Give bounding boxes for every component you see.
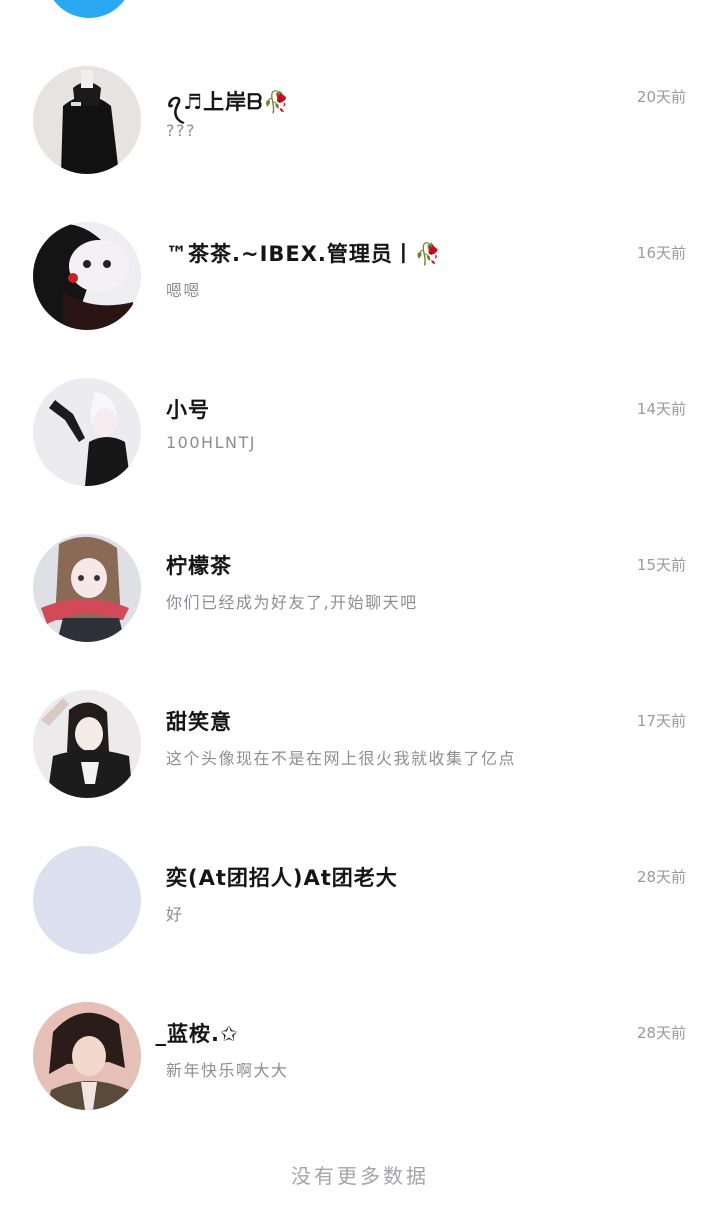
- avatar[interactable]: [33, 690, 141, 798]
- message-time: 14天前: [636, 400, 686, 418]
- message-time: 28天前: [636, 868, 686, 886]
- contact-name: 甜笑意: [166, 710, 232, 734]
- contact-name: ̲蓝桉.✩: [166, 1022, 239, 1046]
- avatar[interactable]: [33, 222, 141, 330]
- last-message: 100HLNTJ: [166, 433, 256, 452]
- contact-name: 柠檬茶: [166, 554, 232, 578]
- last-message: 嗯嗯: [166, 281, 202, 300]
- contact-name: ™茶茶.~IBEX.管理员丨🥀: [166, 242, 443, 266]
- last-message: 这个头像现在不是在网上很火我就收集了亿点: [166, 749, 517, 768]
- contact-name: 小号: [166, 398, 210, 422]
- avatar[interactable]: [33, 66, 141, 174]
- last-message: 好: [166, 905, 184, 924]
- chat-item[interactable]: ™茶茶.~IBEX.管理员丨🥀 嗯嗯 16天前: [0, 222, 720, 378]
- no-more-data-text: 没有更多数据: [291, 1164, 429, 1188]
- chat-item[interactable]: 奕(At团招人)At团老大 好 28天前: [0, 846, 720, 1002]
- partial-avatar[interactable]: [45, 0, 133, 18]
- last-message: ???: [166, 121, 196, 140]
- avatar[interactable]: [33, 846, 141, 954]
- message-time: 17天前: [636, 712, 686, 730]
- message-time: 15天前: [636, 556, 686, 574]
- avatar[interactable]: [33, 534, 141, 642]
- contact-name: ꪖ♬上岸ᗷ🥀: [166, 90, 291, 114]
- last-message: 新年快乐啊大大: [166, 1061, 289, 1080]
- chat-item[interactable]: ꪖ♬上岸ᗷ🥀 ??? 20天前: [0, 66, 720, 222]
- avatar[interactable]: [33, 1002, 141, 1110]
- message-time: 16天前: [636, 244, 686, 262]
- message-time: 28天前: [636, 1024, 686, 1042]
- last-message: 你们已经成为好友了,开始聊天吧: [166, 593, 418, 612]
- chat-item[interactable]: 小号 100HLNTJ 14天前: [0, 378, 720, 534]
- contact-name: 奕(At团招人)At团老大: [166, 866, 398, 890]
- message-time: 20天前: [636, 88, 686, 106]
- chat-item[interactable]: ̲蓝桉.✩ 新年快乐啊大大 28天前: [0, 1002, 720, 1158]
- avatar[interactable]: [33, 378, 141, 486]
- chat-item[interactable]: 甜笑意 这个头像现在不是在网上很火我就收集了亿点 17天前: [0, 690, 720, 846]
- chat-item[interactable]: 柠檬茶 你们已经成为好友了,开始聊天吧 15天前: [0, 534, 720, 690]
